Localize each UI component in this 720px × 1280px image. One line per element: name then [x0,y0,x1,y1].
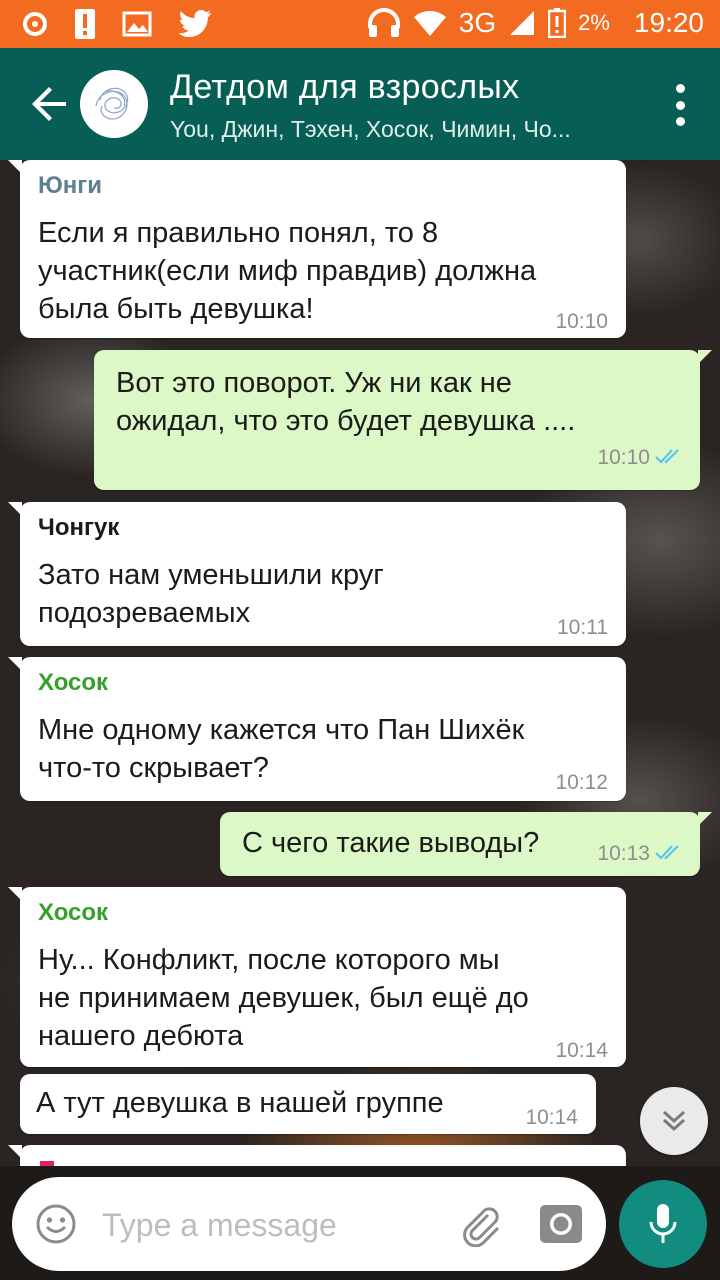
message-text: Зато нам уменьшили круг подозреваемых [38,559,384,629]
message-incoming[interactable]: Хосок Ну... Конфликт, после которого мы … [8,887,626,1067]
message-text: Если я правильно понял, то 8 участник(ес… [38,217,537,325]
message-incoming[interactable]: Чонгук Зато нам уменьшили круг подозрева… [8,502,626,646]
message-time: 10:13 [597,842,650,865]
message-sender: Чонгук [38,514,120,541]
avatar-sketch-icon [95,87,129,120]
message-time: 10:11 [557,616,608,639]
battery-icon [548,8,567,38]
message-time: 10:10 [597,446,650,469]
more-vert-icon [675,84,685,93]
message-outgoing[interactable]: Вот это поворот. Уж ни как не ожидал, чт… [94,350,712,490]
message-text: Ну... Конфликт, после которого мы не при… [38,944,529,1052]
message-sender: Юнги [38,172,102,199]
message-text: А тут девушка в нашей группе [36,1087,444,1119]
message-time: 10:10 [555,310,608,333]
message-text: С чего такие выводы? [242,827,540,859]
message-sender: Хосок [38,899,109,926]
read-ticks-icon [655,449,679,464]
message-text: Вот это поворот. Уж ни как не ожидал, чт… [116,367,576,437]
emoji-icon [36,1204,76,1244]
mic-icon [649,1204,677,1243]
read-ticks-icon [655,845,679,860]
message-time: 10:12 [555,771,608,794]
alert-icon [75,9,95,39]
scroll-to-bottom-button[interactable] [640,1087,708,1155]
back-button[interactable] [26,80,74,128]
voice-message-button[interactable] [619,1180,707,1268]
message-input[interactable] [100,1199,434,1251]
arrow-left-icon [32,87,66,121]
chat-title[interactable]: Детдом для взрослых [170,68,519,107]
message-incoming-partial[interactable] [8,1145,626,1166]
chat-participants[interactable]: You, Джин, Тэхен, Хосок, Чимин, Чо... [170,116,620,143]
signal-icon [510,11,535,35]
double-chevron-down-icon [662,1110,686,1132]
more-options-button[interactable] [674,84,686,126]
message-incoming[interactable]: Юнги Если я правильно понял, то 8 участн… [8,160,626,338]
paperclip-icon [463,1207,500,1248]
emoji-button[interactable] [34,1202,78,1246]
attach-button[interactable] [458,1201,504,1248]
message-sender: Хосок [38,669,109,696]
message-time: 10:14 [555,1039,608,1062]
group-avatar[interactable] [80,70,148,138]
camera-button[interactable] [538,1201,584,1247]
clock: 19:20 [633,7,704,38]
battery-percent: 2% [578,10,610,35]
twitter-icon [178,10,211,37]
message-incoming[interactable]: А тут девушка в нашей группе 10:14 [20,1074,596,1134]
wifi-icon [413,10,446,37]
headphones-icon [367,8,400,37]
chat-messages[interactable]: Юнги Если я правильно понял, то 8 участн… [0,160,720,1166]
message-time: 10:14 [525,1106,578,1129]
message-composer [12,1177,606,1271]
chat-header: Детдом для взрослых You, Джин, Тэхен, Хо… [0,48,720,160]
message-sender-partial [40,1161,54,1166]
notification-circle-icon [23,12,47,36]
network-type: 3G [458,7,497,38]
camera-icon [540,1205,582,1243]
image-icon [122,11,152,37]
message-outgoing[interactable]: С чего такие выводы? 10:13 [220,812,712,876]
message-incoming[interactable]: Хосок Мне одному кажется что Пан Шихёк ч… [8,657,626,801]
status-bar: 3G 2% 19:20 [0,0,720,48]
message-text: Мне одному кажется что Пан Шихёк что-то … [38,714,525,784]
